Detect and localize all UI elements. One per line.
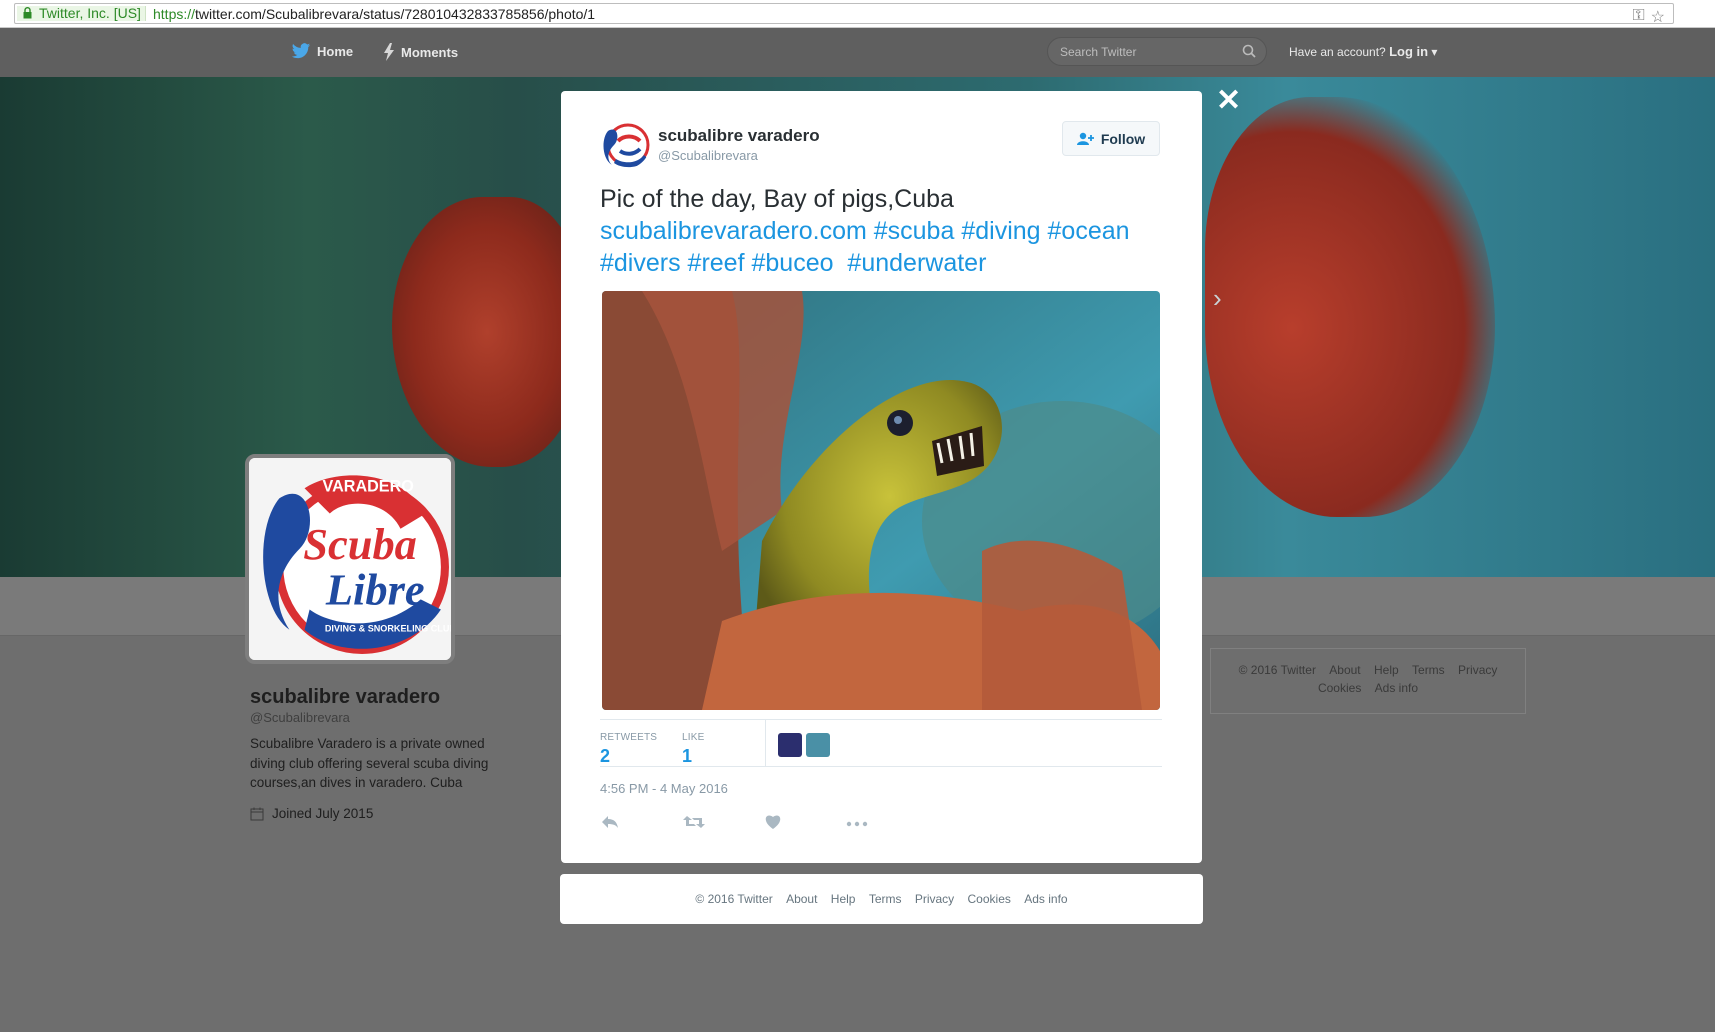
logo-main2-text: Libre	[325, 564, 425, 614]
profile-handle[interactable]: @Scubalibrevara	[250, 710, 350, 725]
follow-label: Follow	[1100, 130, 1146, 147]
joined-text: Joined July 2015	[272, 806, 374, 821]
footer-terms[interactable]: Terms	[869, 892, 902, 906]
tweet-timestamp[interactable]: 4:56 PM - 4 May 2016	[600, 781, 728, 796]
search-placeholder: Search Twitter	[1060, 45, 1137, 59]
retweets-label: RETWEETS	[600, 732, 658, 743]
side-footer-about[interactable]: About	[1329, 663, 1360, 677]
url-text[interactable]: https://twitter.com/Scubalibrevara/statu…	[153, 7, 595, 22]
nav-moments[interactable]: Moments	[383, 43, 458, 61]
side-footer-copyright: © 2016 Twitter	[1238, 663, 1316, 677]
footer-cookies[interactable]: Cookies	[968, 892, 1011, 906]
lightning-icon	[384, 43, 394, 61]
tweet-text: Pic of the day, Bay of pigs,Cuba scubali…	[600, 183, 1170, 279]
star-icon[interactable]: ☆	[1651, 7, 1665, 27]
hashtag-buceo[interactable]: #buceo	[751, 249, 833, 277]
retweets-count[interactable]: 2	[600, 746, 610, 767]
profile-name[interactable]: scubalibre varadero	[250, 686, 440, 709]
hashtag-underwater[interactable]: #underwater	[847, 249, 986, 277]
key-icon[interactable]: ⚿	[1632, 7, 1644, 27]
modal-footer: © 2016 Twitter About Help Terms Privacy …	[560, 874, 1203, 924]
side-footer-help[interactable]: Help	[1374, 663, 1399, 677]
profile-joined: Joined July 2015	[250, 806, 373, 821]
more-icon[interactable]	[846, 814, 878, 834]
banner-fish-right	[1205, 97, 1495, 517]
logo-ring-text: DIVING & SNORKELING CLUB	[325, 624, 451, 634]
url-path: twitter.com/Scubalibrevara/status/728010…	[195, 6, 596, 22]
follow-button[interactable]: Follow	[1062, 121, 1160, 156]
scubalibre-logo: VARADERO Scuba Libre DIVING & SNORKELING…	[249, 458, 451, 660]
tweet-photo[interactable]	[602, 291, 1160, 710]
liker-avatar[interactable]	[806, 733, 830, 757]
login-link[interactable]: Log in	[1389, 44, 1428, 59]
likes-count[interactable]: 1	[682, 746, 692, 767]
side-footer-cookies[interactable]: Cookies	[1318, 681, 1361, 695]
lock-icon	[23, 7, 32, 19]
hashtag-scuba[interactable]: #scuba	[874, 217, 955, 245]
reply-icon[interactable]	[600, 814, 632, 834]
profile-avatar[interactable]: VARADERO Scuba Libre DIVING & SNORKELING…	[245, 454, 455, 664]
ev-label: Twitter, Inc. [US]	[39, 5, 141, 21]
heart-icon[interactable]	[764, 814, 796, 834]
tweet-actions	[600, 814, 878, 834]
tweet-plain-text: Pic of the day, Bay of pigs,Cuba	[600, 185, 954, 213]
search-icon[interactable]	[1242, 44, 1256, 58]
nav-home[interactable]: Home	[291, 43, 353, 60]
side-footer-privacy[interactable]: Privacy	[1458, 663, 1497, 677]
chevron-down-icon[interactable]: ▾	[1428, 45, 1437, 59]
url-field[interactable]: Twitter, Inc. [US] https://twitter.com/S…	[14, 3, 1674, 27]
tweet-author-handle[interactable]: @Scubalibrevara	[658, 148, 758, 163]
nav-home-label: Home	[317, 44, 354, 59]
side-footer-terms[interactable]: Terms	[1412, 663, 1445, 677]
tweet-modal: scubalibre varadero @Scubalibrevara Foll…	[561, 91, 1202, 863]
have-account-text: Have an account?	[1289, 45, 1386, 59]
nav-moments-label: Moments	[401, 44, 459, 60]
tweet-avatar[interactable]	[600, 119, 650, 169]
hashtag-diving[interactable]: #diving	[961, 217, 1040, 245]
retweet-icon[interactable]	[682, 814, 714, 834]
tweet-author-name[interactable]: scubalibre varadero	[658, 126, 820, 146]
logo-top-text: VARADERO	[323, 477, 414, 495]
scubalibre-small-logo	[603, 123, 650, 168]
hashtag-reef[interactable]: #reef	[688, 249, 745, 277]
url-protocol: https://	[153, 6, 196, 22]
tweet-link[interactable]: scubalibrevaradero.com	[600, 217, 867, 245]
follow-person-icon	[1076, 132, 1094, 145]
footer-help[interactable]: Help	[831, 892, 856, 906]
browser-address-bar: Twitter, Inc. [US] https://twitter.com/S…	[0, 0, 1715, 28]
footer-ads-info[interactable]: Ads info	[1024, 892, 1067, 906]
top-navigation: Home Moments Search Twitter Have an acco…	[0, 28, 1715, 78]
side-footer-ads-info[interactable]: Ads info	[1375, 681, 1418, 695]
twitter-bird-icon	[291, 43, 311, 59]
side-footer: © 2016 Twitter About Help Terms Privacy …	[1210, 648, 1526, 714]
account-prompt: Have an account? Log in ▾	[1289, 44, 1437, 59]
close-icon[interactable]: ✕	[1216, 86, 1241, 116]
stats-divider	[765, 720, 766, 766]
footer-copyright: © 2016 Twitter	[695, 892, 773, 906]
moray-eel-photo	[602, 291, 1160, 710]
calendar-icon	[250, 807, 264, 820]
chevron-right-icon[interactable]: ›	[1213, 283, 1222, 314]
hashtag-ocean[interactable]: #ocean	[1048, 217, 1130, 245]
liker-avatar[interactable]	[778, 733, 802, 757]
ev-certificate-badge[interactable]: Twitter, Inc. [US]	[17, 6, 146, 21]
likes-label: LIKE	[682, 732, 705, 743]
footer-privacy[interactable]: Privacy	[915, 892, 954, 906]
profile-bio: Scubalibre Varadero is a private owned d…	[250, 736, 489, 790]
footer-about[interactable]: About	[786, 892, 817, 906]
tweet-stats: RETWEETS 2 LIKE 1	[600, 719, 1162, 767]
search-input[interactable]: Search Twitter	[1047, 37, 1267, 66]
banner-fish-left	[392, 197, 582, 467]
logo-main1-text: Scuba	[303, 519, 417, 569]
hashtag-divers[interactable]: #divers	[600, 249, 681, 277]
